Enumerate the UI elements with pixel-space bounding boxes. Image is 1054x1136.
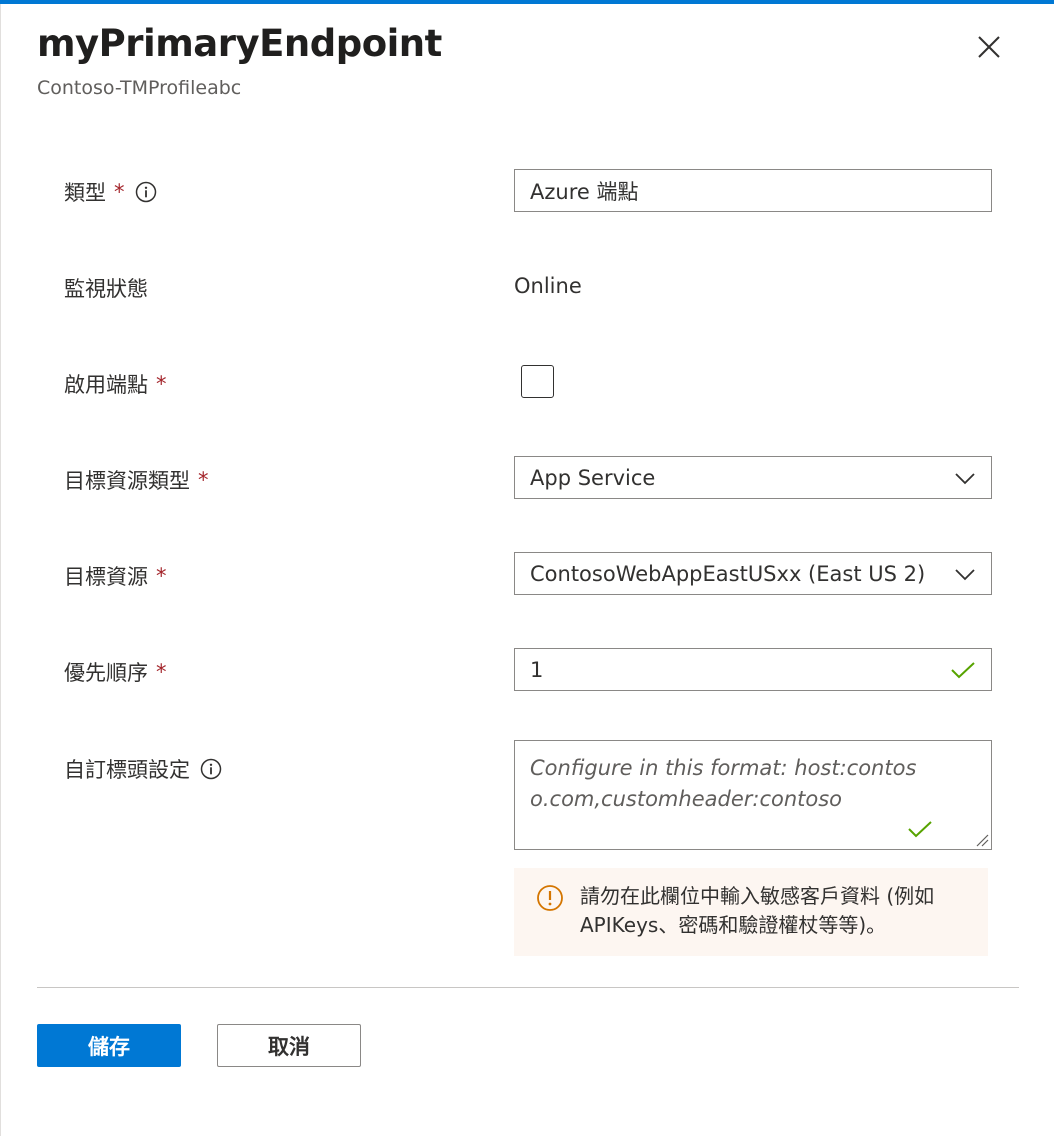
target-resource-dropdown[interactable]: ContosoWebAppEastUSxx (East US 2)	[514, 552, 992, 595]
panel-left-border	[0, 4, 1, 1136]
panel-title: myPrimaryEndpoint	[37, 22, 442, 65]
custom-headers-textarea[interactable]: Configure in this format: host:contoso.c…	[514, 740, 992, 850]
target-resource-label: 目標資源	[64, 565, 148, 589]
target-resource-type-value: App Service	[530, 465, 656, 490]
monitor-status-label-row: 監視狀態	[64, 273, 148, 303]
monitor-status-value: Online	[514, 274, 582, 298]
info-icon[interactable]	[135, 181, 157, 203]
checkmark-icon	[951, 661, 975, 678]
target-resource-type-dropdown[interactable]: App Service	[514, 456, 992, 499]
priority-input[interactable]: 1	[514, 648, 992, 691]
info-icon[interactable]	[200, 758, 222, 780]
custom-headers-placeholder: Configure in this format: host:contoso.c…	[530, 756, 917, 811]
required-asterisk: *	[156, 372, 167, 396]
priority-label: 優先順序	[64, 661, 148, 685]
cancel-button[interactable]: 取消	[217, 1024, 361, 1067]
warning-icon	[536, 884, 564, 912]
enable-endpoint-checkbox[interactable]	[521, 365, 554, 398]
monitor-status-label: 監視狀態	[64, 277, 148, 301]
sensitive-data-warning: 請勿在此欄位中輸入敏感客戶資料 (例如 APIKeys、密碼和驗證權杖等等)。	[514, 868, 988, 956]
top-accent-bar	[0, 0, 1054, 4]
type-value: Azure 端點	[530, 179, 639, 204]
type-label: 類型	[64, 181, 106, 205]
warning-text: 請勿在此欄位中輸入敏感客戶資料 (例如 APIKeys、密碼和驗證權杖等等)。	[580, 884, 935, 937]
priority-label-row: 優先順序 *	[64, 657, 167, 687]
resize-grip-icon[interactable]	[975, 833, 989, 847]
type-label-row: 類型 *	[64, 177, 157, 207]
enable-endpoint-label: 啟用端點	[64, 373, 148, 397]
required-asterisk: *	[156, 660, 167, 684]
close-button[interactable]	[972, 30, 1006, 64]
custom-headers-label-row: 自訂標頭設定	[64, 754, 222, 784]
type-field[interactable]: Azure 端點	[514, 169, 992, 212]
custom-headers-label: 自訂標頭設定	[64, 758, 190, 782]
target-resource-type-label-row: 目標資源類型 *	[64, 465, 209, 495]
close-icon	[978, 36, 1000, 58]
chevron-down-icon	[955, 568, 975, 580]
target-resource-type-label: 目標資源類型	[64, 469, 190, 493]
panel-subtitle: Contoso-TMProfileabc	[37, 77, 242, 99]
checkmark-icon	[908, 821, 932, 838]
save-button[interactable]: 儲存	[37, 1024, 181, 1067]
required-asterisk: *	[198, 468, 209, 492]
required-asterisk: *	[114, 180, 125, 204]
target-resource-label-row: 目標資源 *	[64, 561, 167, 591]
required-asterisk: *	[156, 564, 167, 588]
enable-endpoint-label-row: 啟用端點 *	[64, 369, 167, 399]
footer-divider	[37, 987, 1019, 988]
target-resource-value: ContosoWebAppEastUSxx (East US 2)	[530, 561, 926, 586]
chevron-down-icon	[955, 472, 975, 484]
priority-value: 1	[530, 657, 544, 682]
